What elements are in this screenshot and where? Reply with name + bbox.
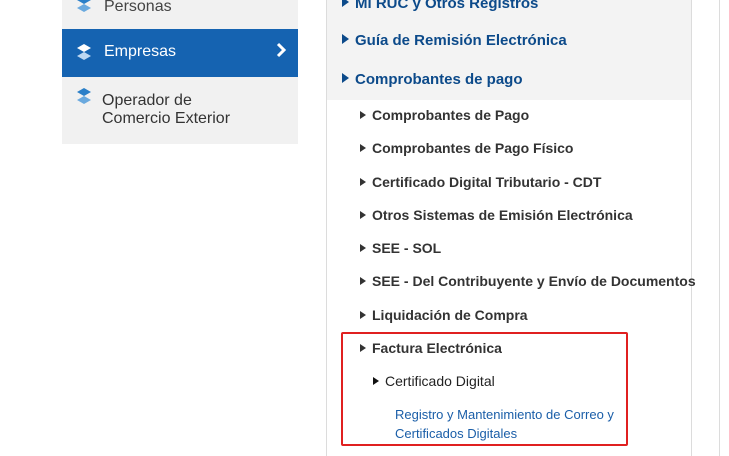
sidebar-item-empresas[interactable]: Empresas xyxy=(62,29,298,77)
submenu-item-label: Comprobantes de Pago xyxy=(372,107,530,123)
submenu-item-factura-electronica[interactable]: Factura Electrónica xyxy=(360,340,502,356)
chevron-right-icon xyxy=(274,41,288,59)
triangle-right-icon xyxy=(360,178,366,186)
triangle-right-icon xyxy=(342,73,349,83)
submenu-item-certificado-cdt[interactable]: Certificado Digital Tributario - CDT xyxy=(360,174,601,190)
link-registro-mantenimiento-correo[interactable]: Registro y Mantenimiento de Correo y Cer… xyxy=(395,405,635,443)
submenu-item-label: Comprobantes de Pago Físico xyxy=(372,140,574,156)
triangle-right-icon xyxy=(360,111,366,119)
label-line-1: Operador de xyxy=(102,92,192,109)
submenu-item-see-sol[interactable]: SEE - SOL xyxy=(360,240,441,256)
sidebar-item-personas[interactable]: Personas xyxy=(62,0,298,28)
content-divider xyxy=(719,0,720,456)
submenu-item-label: Certificado Digital Tributario - CDT xyxy=(372,174,602,190)
sidebar-item-label: Operador de Comercio Exterior xyxy=(102,92,230,128)
submenu-item-certificado-digital[interactable]: Certificado Digital xyxy=(373,373,495,389)
triangle-right-icon xyxy=(373,377,379,385)
triangle-right-icon xyxy=(342,0,349,7)
menu-item-label: Comprobantes de pago xyxy=(355,71,523,88)
menu-item-mi-ruc[interactable]: Mi RUC y Otros Registros xyxy=(342,0,538,12)
submenu-item-comprobantes-fisico[interactable]: Comprobantes de Pago Físico xyxy=(360,140,573,156)
link-line-1: Registro y Mantenimiento de Correo y xyxy=(395,407,614,422)
submenu-item-label: SEE - Del Contribuyente y Envío de Docum… xyxy=(372,273,696,289)
submenu-item-label: Liquidación de Compra xyxy=(372,307,528,323)
submenu-item-liquidacion-compra[interactable]: Liquidación de Compra xyxy=(360,307,528,323)
triangle-right-icon xyxy=(360,211,366,219)
submenu-panel: Mi RUC y Otros Registros Guía de Remisió… xyxy=(326,0,696,456)
submenu-item-label: Certificado Digital xyxy=(385,373,495,389)
menu-item-comprobantes[interactable]: Comprobantes de pago xyxy=(342,71,523,88)
triangle-right-icon xyxy=(342,34,349,44)
triangle-right-icon xyxy=(360,144,366,152)
triangle-right-icon xyxy=(360,277,366,285)
triangle-right-icon xyxy=(360,311,366,319)
triangle-right-icon xyxy=(360,244,366,252)
sidebar-item-label: Empresas xyxy=(104,43,177,60)
submenu-item-label: Otros Sistemas de Emisión Electrónica xyxy=(372,207,633,223)
label-line-2: Comercio Exterior xyxy=(102,110,231,127)
page: Personas Empresas Operador de Comercio E… xyxy=(0,0,729,456)
triangle-right-icon xyxy=(360,344,366,352)
link-line-2: Certificados Digitales xyxy=(395,426,518,441)
sunat-logo-icon xyxy=(77,0,91,12)
menu-item-label: Mi RUC y Otros Registros xyxy=(355,0,539,12)
menu-item-guia-remision[interactable]: Guía de Remisión Electrónica xyxy=(342,32,567,49)
submenu-item-see-contribuyente[interactable]: SEE - Del Contribuyente y Envío de Docum… xyxy=(360,273,696,289)
sunat-logo-icon xyxy=(77,44,91,60)
submenu-item-label: SEE - SOL xyxy=(372,240,442,256)
sidebar-item-operador-comercio-exterior[interactable]: Operador de Comercio Exterior xyxy=(62,86,298,136)
sidebar-item-label: Personas xyxy=(104,0,172,15)
sunat-logo-icon xyxy=(77,88,91,104)
menu-item-label: Guía de Remisión Electrónica xyxy=(355,32,567,49)
submenu-item-otros-sistemas[interactable]: Otros Sistemas de Emisión Electrónica xyxy=(360,207,633,223)
sidebar: Personas Empresas Operador de Comercio E… xyxy=(62,0,298,144)
submenu-item-label: Factura Electrónica xyxy=(372,340,502,356)
submenu-item-comprobantes-pago[interactable]: Comprobantes de Pago xyxy=(360,107,529,123)
